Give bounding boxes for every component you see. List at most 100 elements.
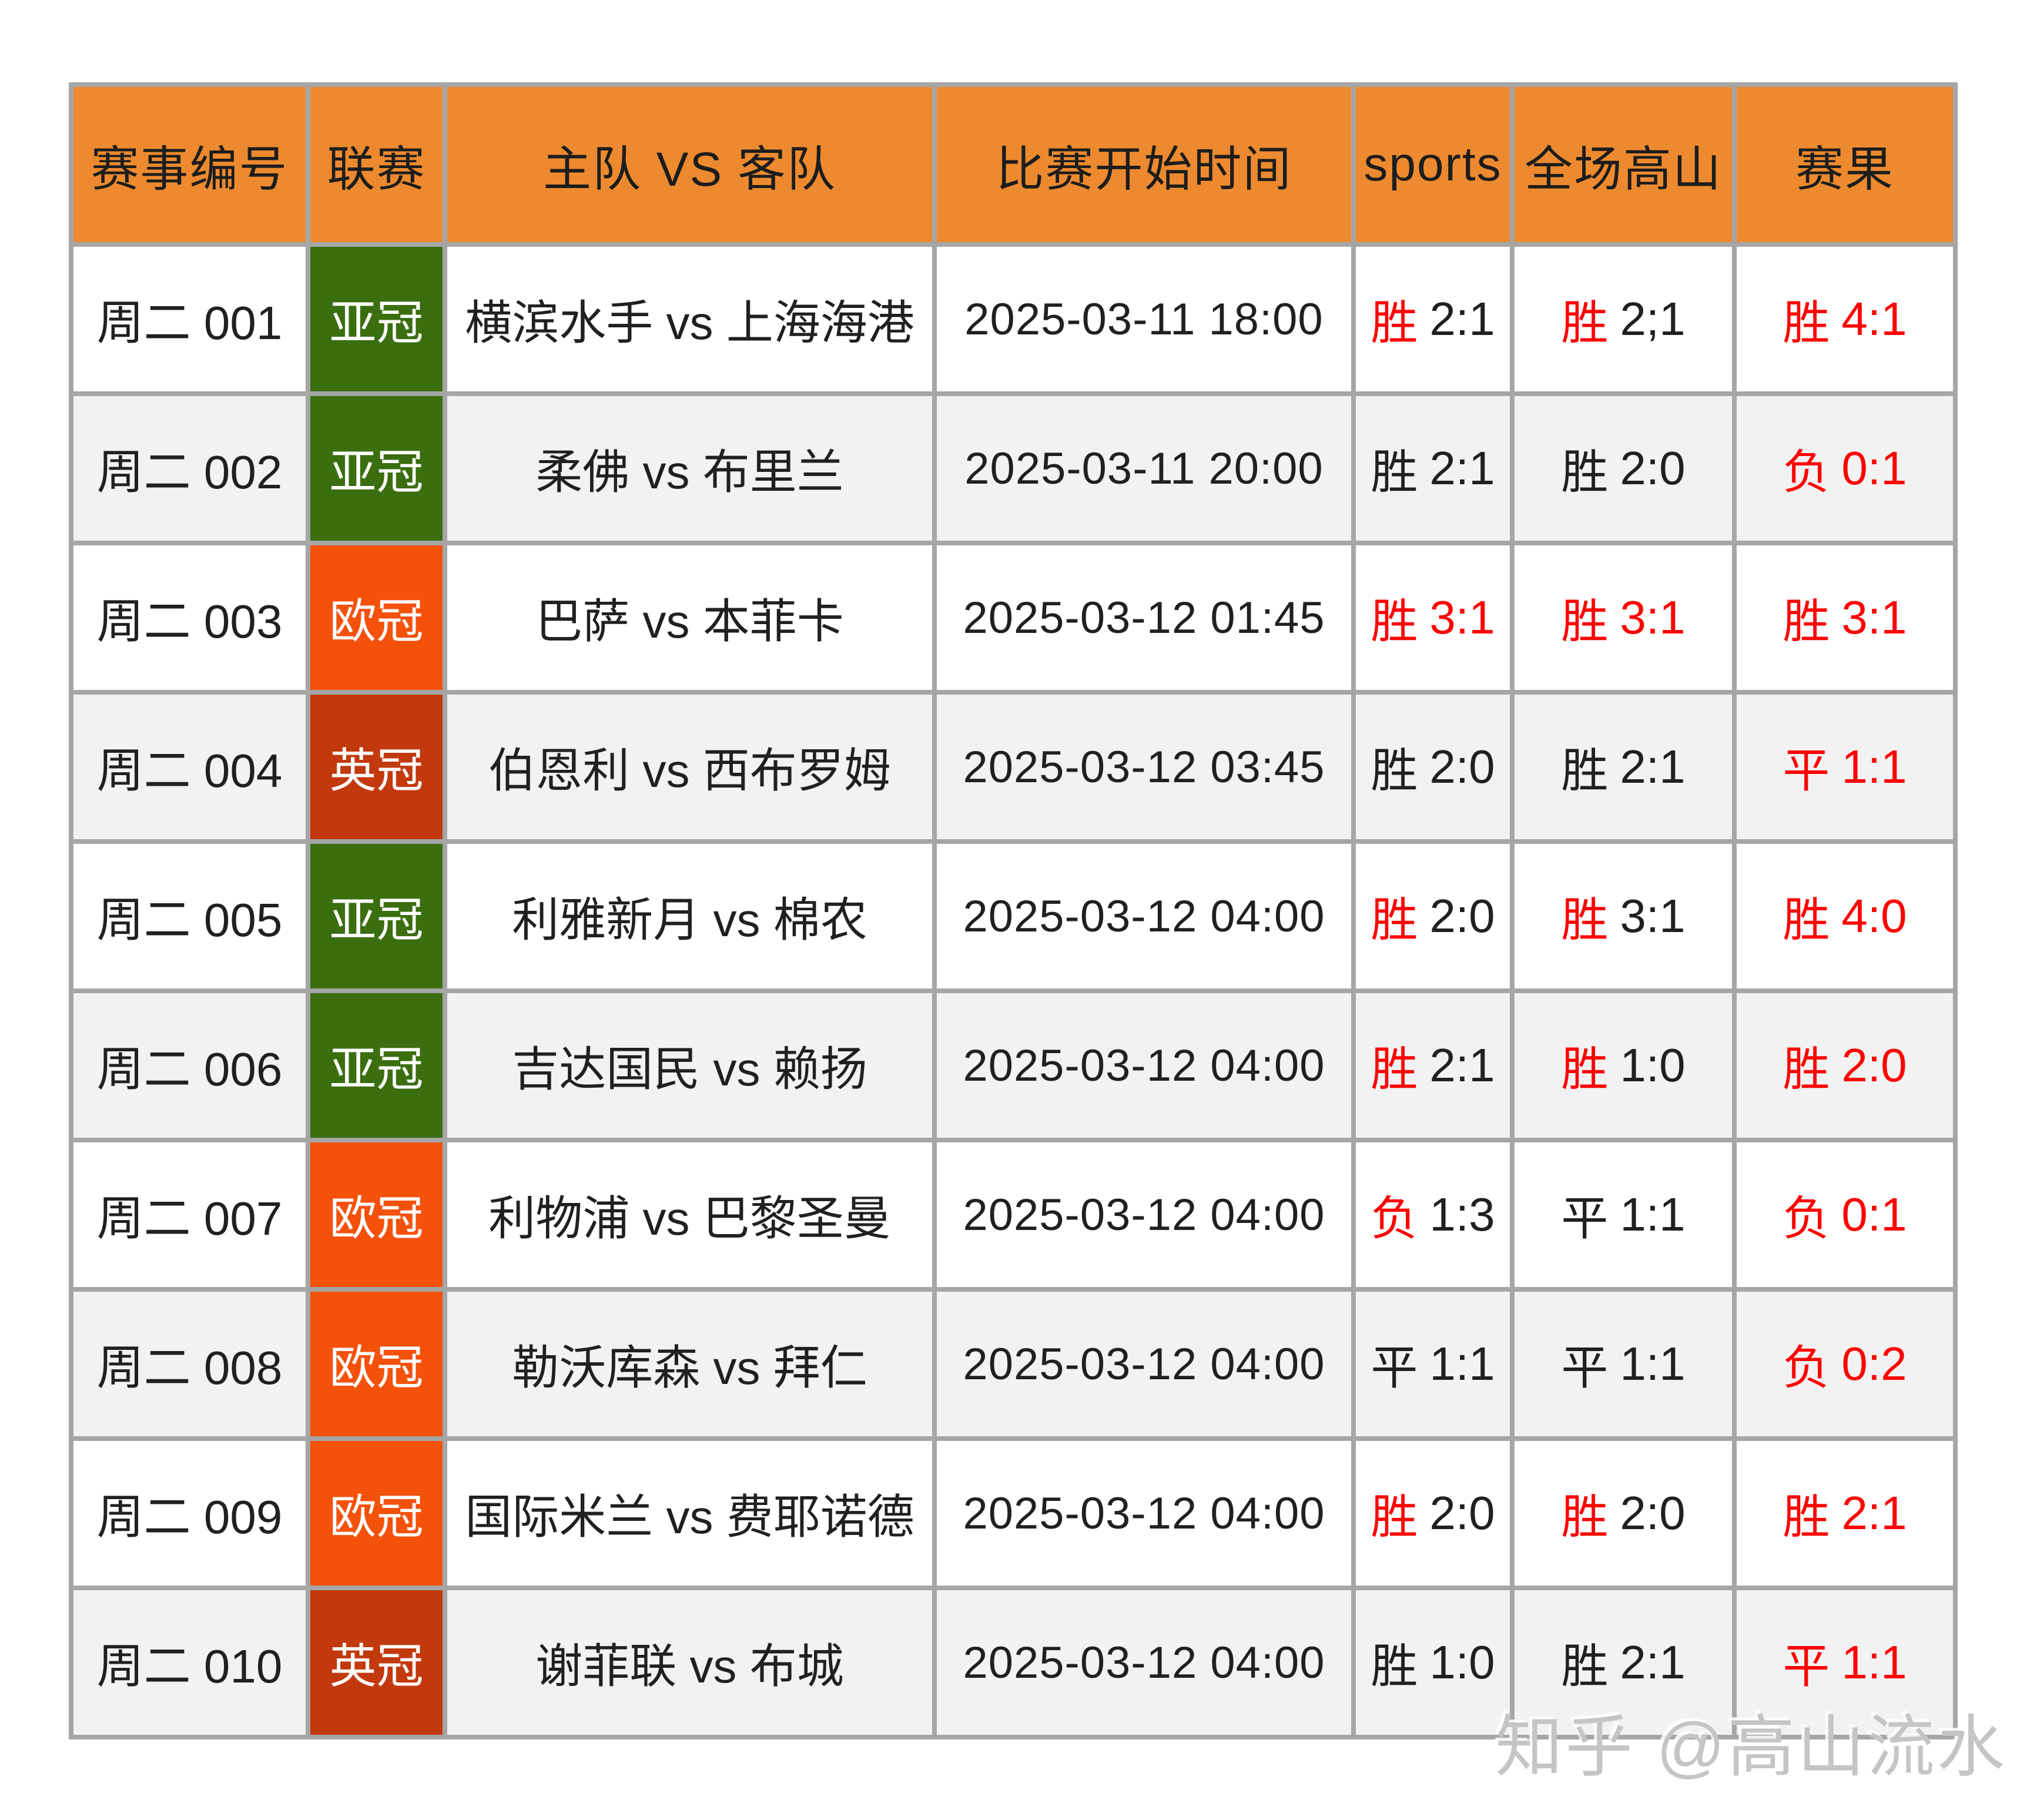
score-text: 1:0 — [1429, 1635, 1495, 1690]
outcome-text: 负 — [1783, 1181, 1830, 1249]
cell-match-teams: 国际米兰 vs 费耶诺德 — [447, 1441, 932, 1586]
cell-gaoshan-prediction: 胜 2;1 — [1515, 247, 1732, 391]
cell-sports-prediction: 负 1:3 — [1356, 1142, 1510, 1287]
outcome-text: 胜 — [1371, 285, 1418, 353]
score-text: 2:1 — [1620, 1635, 1685, 1690]
cell-sports-prediction: 胜 1:0 — [1356, 1590, 1510, 1735]
outcome-text: 胜 — [1371, 1031, 1418, 1100]
cell-gaoshan-prediction: 平 1:1 — [1515, 1292, 1732, 1436]
score-text: 2;1 — [1620, 292, 1685, 346]
cell-league-badge: 亚冠 — [310, 993, 443, 1138]
score-text: 1:1 — [1620, 1337, 1685, 1391]
outcome-text: 胜 — [1371, 1479, 1418, 1547]
outcome-text: 平 — [1783, 1628, 1830, 1697]
outcome-text: 胜 — [1783, 1031, 1830, 1100]
cell-sports-prediction: 胜 2:1 — [1356, 396, 1510, 541]
score-text: 2:0 — [1429, 1486, 1495, 1540]
cell-gaoshan-prediction: 胜 2:1 — [1515, 695, 1732, 839]
cell-final-result: 平 1:1 — [1737, 695, 1953, 839]
cell-league-badge: 欧冠 — [310, 1292, 443, 1436]
cell-final-result: 负 0:1 — [1737, 1142, 1953, 1287]
score-text: 3:1 — [1841, 591, 1907, 645]
cell-sports-prediction: 胜 2:0 — [1356, 1441, 1510, 1586]
cell-final-result: 负 0:1 — [1737, 396, 1953, 541]
cell-match-teams: 谢菲联 vs 布城 — [447, 1590, 932, 1735]
cell-match-teams: 柔佛 vs 布里兰 — [447, 396, 932, 541]
outcome-text: 胜 — [1561, 285, 1608, 353]
header-cell-sports: sports — [1356, 87, 1510, 242]
watermark-zhihu: 知乎 @高山流水 — [1495, 1692, 2007, 1790]
cell-league-badge: 英冠 — [310, 1590, 443, 1735]
cell-match-id: 周二 004 — [73, 695, 306, 839]
cell-league-badge: 亚冠 — [310, 844, 443, 988]
score-text: 3:1 — [1429, 591, 1495, 645]
score-text: 1:1 — [1620, 1188, 1685, 1242]
header-cell-match-id: 赛事编号 — [73, 87, 306, 242]
score-text: 3:1 — [1620, 889, 1685, 943]
outcome-text: 胜 — [1371, 733, 1418, 801]
cell-match-id: 周二 010 — [73, 1590, 306, 1735]
score-text: 2:1 — [1841, 1486, 1907, 1540]
header-cell-gaoshan: 全场高山 — [1515, 87, 1732, 242]
score-text: 0:2 — [1841, 1337, 1907, 1391]
outcome-text: 胜 — [1371, 584, 1418, 652]
cell-sports-prediction: 胜 3:1 — [1356, 545, 1510, 690]
cell-sports-prediction: 胜 2:0 — [1356, 695, 1510, 839]
score-text: 2:0 — [1841, 1038, 1907, 1092]
outcome-text: 胜 — [1371, 882, 1418, 950]
cell-final-result: 胜 4:0 — [1737, 844, 1953, 988]
header-cell-league: 联赛 — [310, 87, 443, 242]
cell-start-time: 2025-03-12 01:45 — [937, 545, 1351, 690]
outcome-text: 负 — [1371, 1181, 1418, 1249]
cell-match-id: 周二 001 — [73, 247, 306, 391]
cell-gaoshan-prediction: 平 1:1 — [1515, 1142, 1732, 1287]
cell-league-badge: 亚冠 — [310, 396, 443, 541]
score-text: 2:0 — [1620, 1486, 1685, 1540]
score-text: 4:1 — [1841, 292, 1907, 346]
cell-start-time: 2025-03-12 04:00 — [937, 1441, 1351, 1586]
cell-sports-prediction: 平 1:1 — [1356, 1292, 1510, 1436]
score-text: 1:3 — [1429, 1188, 1495, 1242]
score-text: 2:0 — [1429, 889, 1495, 943]
cell-gaoshan-prediction: 胜 3:1 — [1515, 844, 1732, 988]
cell-match-id: 周二 003 — [73, 545, 306, 690]
cell-match-id: 周二 009 — [73, 1441, 306, 1586]
cell-gaoshan-prediction: 胜 3:1 — [1515, 545, 1732, 690]
outcome-text: 负 — [1783, 434, 1830, 502]
cell-match-id: 周二 005 — [73, 844, 306, 988]
cell-match-id: 周二 002 — [73, 396, 306, 541]
cell-match-teams: 横滨水手 vs 上海海港 — [447, 247, 932, 391]
score-text: 0:1 — [1841, 441, 1907, 495]
header-cell-start-time: 比赛开始时间 — [937, 87, 1351, 242]
outcome-text: 平 — [1561, 1181, 1608, 1249]
results-table: 赛事编号 联赛 主队 VS 客队 比赛开始时间 sports 全场高山 赛果 周… — [69, 82, 1958, 1739]
cell-start-time: 2025-03-12 04:00 — [937, 993, 1351, 1138]
score-text: 1:1 — [1841, 1635, 1907, 1690]
cell-start-time: 2025-03-12 04:00 — [937, 1292, 1351, 1436]
cell-gaoshan-prediction: 胜 1:0 — [1515, 993, 1732, 1138]
outcome-text: 负 — [1783, 1330, 1830, 1398]
cell-gaoshan-prediction: 胜 2:0 — [1515, 1441, 1732, 1586]
cell-league-badge: 欧冠 — [310, 545, 443, 690]
cell-match-teams: 利雅新月 vs 棉农 — [447, 844, 932, 988]
cell-match-id: 周二 006 — [73, 993, 306, 1138]
score-text: 1:0 — [1620, 1038, 1685, 1092]
cell-match-teams: 伯恩利 vs 西布罗姆 — [447, 695, 932, 839]
cell-start-time: 2025-03-12 04:00 — [937, 1142, 1351, 1287]
score-text: 2:1 — [1620, 740, 1685, 794]
score-text: 2:0 — [1620, 441, 1685, 495]
cell-league-badge: 欧冠 — [310, 1142, 443, 1287]
outcome-text: 平 — [1561, 1330, 1608, 1398]
cell-start-time: 2025-03-12 03:45 — [937, 695, 1351, 839]
header-cell-teams: 主队 VS 客队 — [447, 87, 932, 242]
outcome-text: 胜 — [1561, 1628, 1608, 1697]
outcome-text: 胜 — [1783, 285, 1830, 353]
cell-sports-prediction: 胜 2:0 — [1356, 844, 1510, 988]
cell-match-id: 周二 008 — [73, 1292, 306, 1436]
cell-final-result: 胜 4:1 — [1737, 247, 1953, 391]
outcome-text: 平 — [1371, 1330, 1418, 1398]
cell-final-result: 胜 2:0 — [1737, 993, 1953, 1138]
score-text: 2:1 — [1429, 292, 1495, 346]
cell-sports-prediction: 胜 2:1 — [1356, 993, 1510, 1138]
outcome-text: 胜 — [1371, 1628, 1418, 1697]
